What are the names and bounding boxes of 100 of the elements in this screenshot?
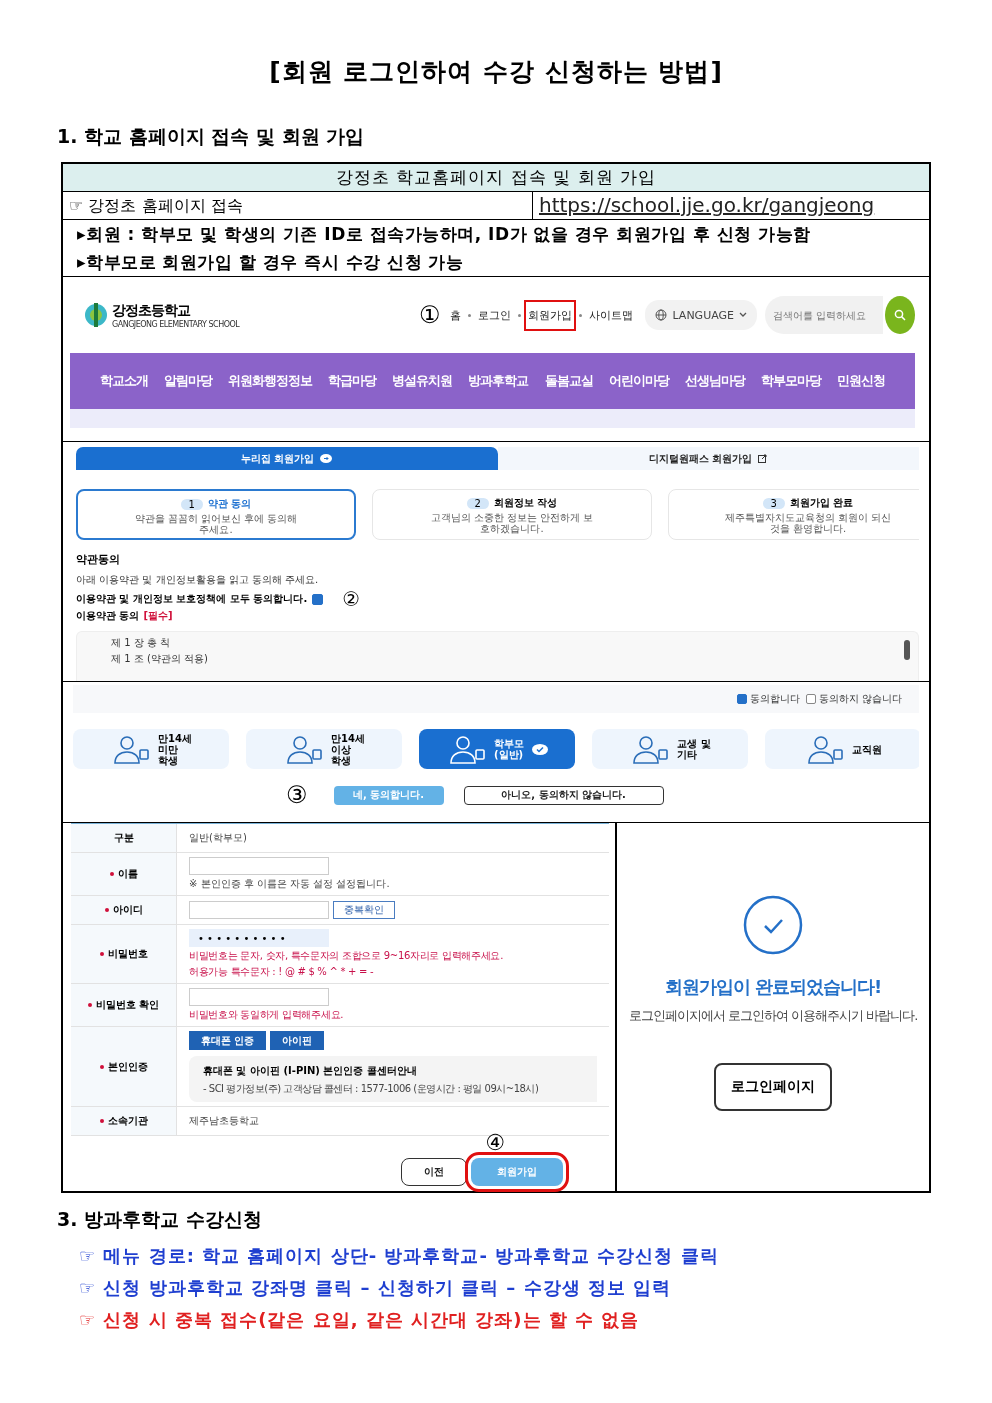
field-label: 본인인증: [107, 1059, 148, 1074]
type-label: 학부모 (일반): [494, 738, 524, 760]
menu-item[interactable]: 방과후학교: [468, 372, 529, 390]
chevron-down-icon: [739, 312, 747, 318]
terms-line: 제 1 조 (약관의 적용): [111, 652, 209, 666]
school-subtitle: GANGJEONG ELEMENTARY SCHOOL: [112, 319, 240, 329]
checkbox[interactable]: [736, 694, 747, 704]
url-link[interactable]: https://school.jje.go.kr/gangjeong: [539, 193, 875, 217]
top-link[interactable]: 홈: [446, 299, 466, 331]
instruction-text: ☞ 신청 방과후학교 강좌명 클릭 – 신청하기 클릭 – 수강생 정보 입력: [79, 1277, 673, 1299]
required-dot-icon: [99, 1064, 104, 1069]
language-button[interactable]: LANGUAGE: [645, 300, 757, 330]
type-label: 만14세 미만 학생: [158, 732, 192, 766]
note-text: ▸회원 : 학부모 및 학생의 기존 ID로 접속가능하며, ID가 없을 경우 회원가입 후 신청 가능함: [77, 223, 812, 246]
warning-text: 비밀번호는 문자, 숫자, 특수문자의 조합으로 9~16자리로 입력해주세요.: [189, 949, 505, 963]
required-dot-icon: [99, 952, 104, 956]
menu-item[interactable]: 선생님마당: [684, 372, 745, 390]
step-number-badge: 2: [466, 497, 489, 509]
check-icon: [532, 743, 548, 755]
type-label: 만14세 이상 학생: [331, 732, 365, 766]
step-number: ①: [418, 303, 441, 327]
menu-item[interactable]: 학급마당: [328, 372, 377, 390]
field-label: 비밀번호: [107, 947, 148, 961]
scrollbar: [904, 640, 910, 660]
menu-item[interactable]: 어린이마당: [608, 372, 669, 390]
school-logo-icon: [82, 302, 110, 328]
menu-item[interactable]: 학교소개: [100, 372, 149, 390]
note-text: ▸학부모로 회원가입 할 경우 즉시 수강 신청 가능: [77, 251, 465, 274]
separator-dot: [518, 313, 522, 317]
check-duplicate-button[interactable]: 중복확인: [333, 901, 395, 919]
agree-all-label: 이용약관 및 개인정보 보호정책에 모두 동의합니다.: [76, 592, 308, 606]
check-circle-icon: [743, 895, 803, 955]
login-page-button[interactable]: 로그인페이지: [714, 1063, 832, 1111]
instruction-text: ☞ 메뉴 경로: 학교 홈페이지 상단- 방과후학교- 방과후학교 수강신청 클릭: [79, 1245, 720, 1267]
member-type-card[interactable]: 학부모 (일반): [419, 729, 575, 769]
arrow-badge-icon: [320, 454, 333, 463]
tab[interactable]: 디지털원패스 회원가입: [497, 447, 919, 470]
top-link[interactable]: 사이트맵: [585, 299, 638, 331]
step-number: ②: [342, 589, 361, 609]
success-message: 로그인페이지에서 로그인하여 이용해주시기 바랍니다.: [628, 1007, 918, 1025]
member-type-card[interactable]: 교직원: [765, 729, 919, 769]
field-label: 이름: [117, 867, 138, 881]
step-number: ③: [286, 783, 308, 807]
option-label: 동의합니다: [749, 692, 800, 706]
step-description: 약관을 꼼꼼히 읽어보신 후에 동의해주세요.: [133, 513, 299, 535]
search-field[interactable]: 검색어를 입력하세요: [765, 296, 883, 334]
menu-item[interactable]: 돌봄교실: [544, 372, 593, 390]
text-field[interactable]: [189, 988, 329, 1006]
type-label: 교생 및 기타: [677, 738, 711, 760]
required-dot-icon: [104, 908, 109, 912]
search-button[interactable]: [885, 296, 915, 334]
field-label: 아이디: [112, 903, 143, 917]
step-title: 회원정보 작성: [493, 496, 558, 510]
separator-dot: [579, 313, 583, 317]
menu-item[interactable]: 민원신청: [836, 372, 885, 390]
step-number-badge: 3: [762, 497, 785, 509]
school-name: 강정초등학교: [112, 301, 192, 320]
terms-title: 이용약관 동의: [76, 609, 140, 623]
warning-text: 비밀번호와 동일하게 입력해주세요.: [189, 1008, 345, 1022]
success-title: 회원가입이 완료되었습니다!: [664, 975, 882, 999]
terms-line: 제 1 장 총 칙: [111, 636, 172, 650]
info-title: 휴대폰 및 아이핀 (I-PIN) 본인인증 콜센터안내: [203, 1064, 418, 1078]
table-cell: ☞ 강정초 홈페이지 접속: [63, 192, 533, 219]
step-number: ④: [485, 1132, 505, 1154]
warning-text: 허용가능 특수문자 : ! @ # $ % ^ * + = -: [189, 965, 375, 979]
field-label: 소속기관: [107, 1114, 148, 1128]
step-title: 약관 동의: [207, 497, 252, 511]
field-value: 일반(학부모): [189, 831, 248, 845]
info-text: - SCI 평가정보(주) 고객상담 콜센터 : 1577-1006 (운영시간 : 평일 09시~18시): [203, 1082, 540, 1096]
text-field[interactable]: [189, 857, 329, 875]
form-button[interactable]: 이전: [401, 1157, 467, 1186]
menu-item[interactable]: 알림마당: [164, 372, 213, 390]
top-link[interactable]: 회원가입: [524, 299, 577, 331]
member-type-card[interactable]: 만14세 이상 학생: [246, 729, 402, 769]
member-type-card[interactable]: 만14세 미만 학생: [73, 729, 229, 769]
search-icon: [894, 309, 906, 321]
tab[interactable]: 누리집 회원가입: [76, 447, 498, 470]
checkbox[interactable]: [805, 694, 816, 704]
member-type-card[interactable]: 교생 및 기타: [592, 729, 748, 769]
menu-item[interactable]: 위원화행정정보: [228, 372, 313, 390]
external-link-icon: [758, 454, 768, 463]
menu-item[interactable]: 학부모마당: [760, 372, 821, 390]
instruction-text: ☞ 신청 시 중복 접수(같은 요일, 같은 시간대 강좌)는 할 수 없음: [79, 1309, 641, 1331]
menu-item[interactable]: 병설유치원: [392, 372, 453, 390]
field-label: 비밀번호 확인: [95, 998, 160, 1012]
field-label: 구분: [113, 831, 134, 845]
agree-button[interactable]: 아니오, 동의하지 않습니다.: [463, 785, 664, 805]
section-heading: 약관동의: [76, 552, 121, 567]
step-description: 제주특별자치도교육청의 회원이 되신것을 환영합니다.: [723, 512, 893, 534]
password-field[interactable]: • • • • • • • • • •: [189, 929, 329, 947]
top-link[interactable]: 로그인: [474, 299, 516, 331]
section-heading: 3. 방과후학교 수강신청: [57, 1207, 263, 1232]
step-title: 회원가입 완료: [789, 496, 854, 510]
auth-button[interactable]: 아이핀: [270, 1031, 325, 1050]
step-description: 고객님의 소중한 정보는 안전하게 보호하겠습니다.: [429, 512, 595, 534]
required-dot-icon: [87, 1003, 92, 1007]
text-field[interactable]: [189, 901, 329, 919]
option-label: 동의하지 않습니다: [818, 692, 902, 706]
checkbox[interactable]: [312, 593, 324, 605]
auth-button[interactable]: 휴대폰 인증: [189, 1031, 267, 1050]
